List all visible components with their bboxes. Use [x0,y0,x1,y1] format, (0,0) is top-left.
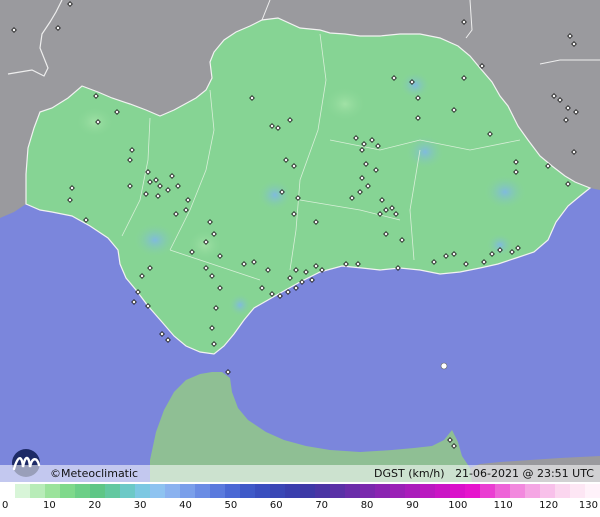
scale-segment [60,484,75,498]
scale-tick-label: 0 [2,500,9,511]
gust-patch [483,174,527,210]
scale-segment [525,484,540,498]
scale-segment [495,484,510,498]
map-canvas [0,0,600,482]
scale-segment [405,484,420,498]
gust-patch [405,134,445,170]
scale-tick-label: 90 [406,500,419,511]
calm-patch [323,86,367,122]
scale-segment [465,484,480,498]
scale-segment [540,484,555,498]
product-label: DGST (km/h) 21-06-2021 @ 23:51 UTC [374,465,594,482]
gust-patch [228,293,252,317]
scale-tick-label: 120 [539,500,559,511]
scale-tick-label: 40 [179,500,192,511]
scale-segment [30,484,45,498]
scale-segment [360,484,375,498]
scale-tick-label: 10 [43,500,56,511]
scale-segment [165,484,180,498]
scale-segment [315,484,330,498]
scale-tick-label: 110 [493,500,513,511]
scale-tick-label: 70 [315,500,329,511]
scale-tick-label: 20 [88,500,102,511]
scale-tick-label: 60 [269,500,283,511]
scale-segment [45,484,60,498]
scale-segment [15,484,30,498]
scale-segment [255,484,270,498]
scale-segment [330,484,345,498]
scale-tick-label: 100 [448,500,468,511]
ceuta-marker [440,362,448,370]
scale-segment [135,484,150,498]
scale-segment [450,484,465,498]
scale-segment [120,484,135,498]
scale-tick-label: 30 [133,500,147,511]
scale-segment [390,484,405,498]
scale-tick-label: 80 [360,500,374,511]
scale-segment [210,484,225,498]
scale-segment [345,484,360,498]
scale-segment [75,484,90,498]
scale-segment [480,484,495,498]
scale-segment [555,484,570,498]
info-bar: ©Meteoclimatic DGST (km/h) 21-06-2021 @ … [0,465,600,482]
scale-segment [150,484,165,498]
scale-tick-label: 50 [224,500,238,511]
scale-segment [180,484,195,498]
scale-segment [420,484,435,498]
scale-segment [90,484,105,498]
scale-tick-label: 130 [578,500,598,511]
color-scale-labels: 0 10 20 30 40 50 60 70 80 90 100 110 120 130 [0,500,600,514]
gust-patch [257,179,293,211]
datetime-label: 21-06-2021 @ 23:51 UTC [455,467,594,480]
scale-segment [195,484,210,498]
scale-segment [300,484,315,498]
weather-map: ©Meteoclimatic DGST (km/h) 21-06-2021 @ … [0,0,600,517]
scale-segment [105,484,120,498]
brand-label: ©Meteoclimatic [50,467,139,480]
scale-segment [570,484,585,498]
scale-segment [270,484,285,498]
calm-patch [75,106,115,138]
scale-segment [435,484,450,498]
scale-segment [240,484,255,498]
scale-segment [225,484,240,498]
color-scale-bar [0,484,600,498]
gust-patch [133,222,177,258]
color-scale: 0 10 20 30 40 50 60 70 80 90 100 110 120 130 [0,482,600,517]
scale-segment [0,484,15,498]
variable-label: DGST (km/h) [374,467,445,480]
scale-segment [285,484,300,498]
scale-segment [510,484,525,498]
scale-segment [585,484,600,498]
scale-segment [375,484,390,498]
gust-patch [399,71,431,99]
